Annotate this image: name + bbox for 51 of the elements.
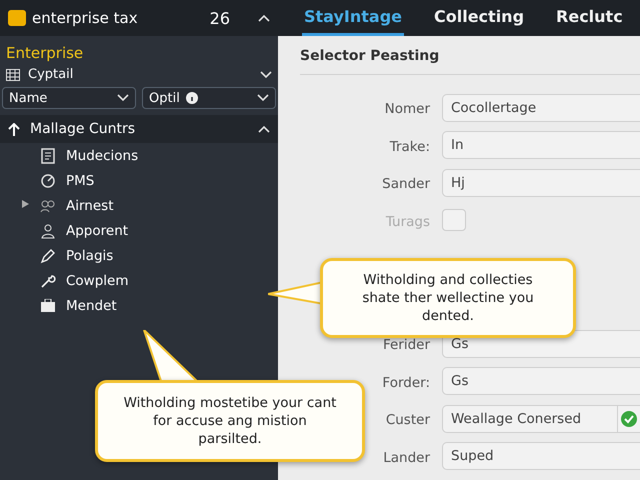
wrench-icon <box>40 272 56 288</box>
field-label: Sander <box>382 176 430 192</box>
callout-tooltip: Witholding and collecties shate ther wellectine you dented. <box>320 258 576 338</box>
gauge-icon <box>40 172 56 188</box>
input-field[interactable]: Suped <box>442 442 640 470</box>
app-title: enterprise tax <box>32 9 139 27</box>
pencil-icon <box>40 248 56 264</box>
chevron-down-icon[interactable] <box>257 94 269 102</box>
chevron-up-icon[interactable] <box>258 14 270 22</box>
sidebar-item[interactable]: Mendet <box>66 298 117 314</box>
info-icon <box>186 92 198 104</box>
chevron-down-icon[interactable] <box>117 94 129 102</box>
app-logo <box>8 10 26 26</box>
section-label: Enterprise <box>5 43 84 64</box>
grid-icon <box>6 68 20 80</box>
input-field[interactable]: Hj <box>442 168 640 197</box>
sidebar-item[interactable]: Mudecions <box>66 148 138 164</box>
form-icon <box>40 148 56 164</box>
input-field[interactable]: Cocollertage <box>442 94 640 122</box>
company-label: Cyptail <box>28 67 74 82</box>
field-label: Forder: <box>382 374 430 391</box>
field-label: Trake: <box>390 138 430 155</box>
count-label: 26 <box>210 8 230 28</box>
filter-select[interactable]: Name <box>2 87 136 109</box>
form-title: Selector Peasting <box>300 48 640 75</box>
field-label: Turags <box>386 214 430 230</box>
field-label: Nomer <box>384 101 430 118</box>
sidebar-item[interactable]: PMS <box>66 172 94 188</box>
tab[interactable]: Reclutc <box>554 0 625 36</box>
sidebar-item[interactable]: Airnest <box>66 198 114 214</box>
chevron-down-icon[interactable] <box>260 70 272 78</box>
sidebar-item[interactable]: Apporent <box>66 222 128 238</box>
sidebar-item[interactable]: Cowplem <box>66 272 129 288</box>
people-icon <box>40 198 56 214</box>
group-label: Mallage Cuntrs <box>30 121 136 137</box>
filter-select[interactable]: Optil <box>142 87 276 109</box>
field-label: Lander <box>383 450 430 466</box>
field-label: Custer <box>386 412 430 428</box>
briefcase-icon <box>40 298 56 312</box>
input-field[interactable]: Gs <box>442 367 640 396</box>
user-icon <box>40 222 56 238</box>
chevron-up-icon[interactable] <box>258 125 270 133</box>
group-header[interactable]: Mallage Cuntrs <box>0 115 278 143</box>
input-field[interactable]: In <box>442 131 640 160</box>
tab[interactable]: Collecting <box>432 0 526 36</box>
checkbox[interactable] <box>442 209 466 232</box>
field-label: Ferider <box>382 337 430 354</box>
arrow-up-icon <box>8 122 20 136</box>
caret-icon[interactable] <box>22 200 29 208</box>
sidebar-item[interactable]: Polagis <box>66 248 114 264</box>
input-field[interactable]: Weallage Conersed <box>442 404 640 433</box>
